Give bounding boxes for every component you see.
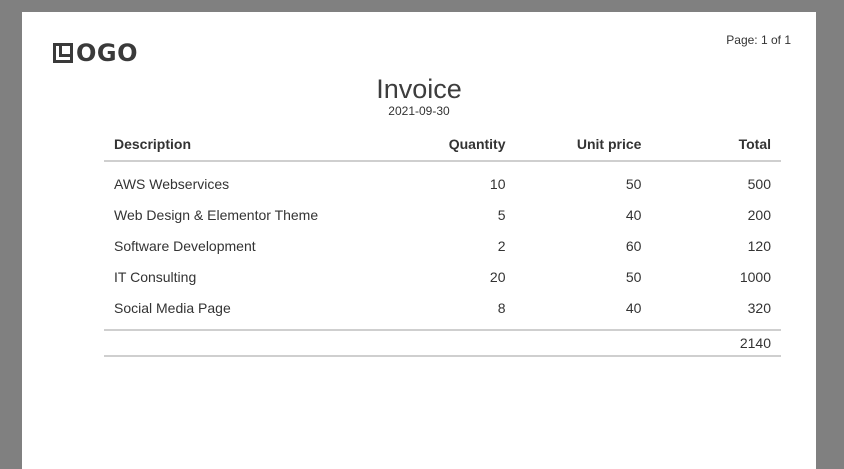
total-spacer [515, 329, 652, 357]
invoice-title: Invoice [376, 74, 462, 105]
invoice-page: OGO Page: 1 of 1 Invoice 2021-09-30 Desc… [22, 12, 816, 469]
cell-description: Social Media Page [114, 299, 231, 316]
cell-quantity: 2 [497, 237, 506, 254]
company-logo: OGO [53, 39, 139, 67]
invoice-date: 2021-09-30 [388, 104, 450, 118]
cell-unit-price: 50 [625, 268, 642, 285]
cell-description: AWS Webservices [114, 175, 230, 192]
column-header-total: Total [651, 127, 781, 162]
cell-description: Software Development [114, 237, 256, 254]
cell-unit-price: 60 [625, 237, 642, 254]
table-row: IT Consulting 20 50 1000 [104, 261, 781, 292]
cell-quantity: 10 [489, 175, 506, 192]
logo-l-icon [53, 43, 73, 63]
table-total-row: 2140 [104, 329, 781, 357]
column-header-unit-price: Unit price [515, 127, 652, 162]
cell-description: Web Design & Elementor Theme [114, 206, 319, 223]
cell-unit-price: 50 [625, 175, 642, 192]
table-header-row: Description Quantity Unit price Total [104, 127, 781, 162]
column-header-description: Description [104, 127, 394, 162]
logo-wordmark: OGO [76, 39, 139, 67]
total-spacer [393, 329, 516, 357]
cell-total: 200 [747, 206, 771, 223]
table-row: AWS Webservices 10 50 500 [104, 161, 781, 199]
cell-total: 120 [747, 237, 771, 254]
cell-total: 500 [747, 175, 771, 192]
table-row: Social Media Page 8 40 320 [104, 292, 781, 330]
table-row: Web Design & Elementor Theme 5 40 200 [104, 199, 781, 230]
invoice-table: Description Quantity Unit price Total AW… [104, 127, 781, 357]
total-spacer [104, 329, 394, 357]
cell-unit-price: 40 [625, 206, 642, 223]
page-number: Page: 1 of 1 [726, 33, 791, 47]
cell-description: IT Consulting [114, 268, 197, 285]
cell-total: 320 [747, 299, 771, 316]
cell-quantity: 20 [489, 268, 506, 285]
table-row: Software Development 2 60 120 [104, 230, 781, 261]
grand-total: 2140 [651, 329, 781, 357]
cell-total: 1000 [739, 268, 771, 285]
cell-quantity: 8 [497, 299, 506, 316]
cell-unit-price: 40 [625, 299, 642, 316]
cell-quantity: 5 [497, 206, 506, 223]
column-header-quantity: Quantity [393, 127, 516, 162]
